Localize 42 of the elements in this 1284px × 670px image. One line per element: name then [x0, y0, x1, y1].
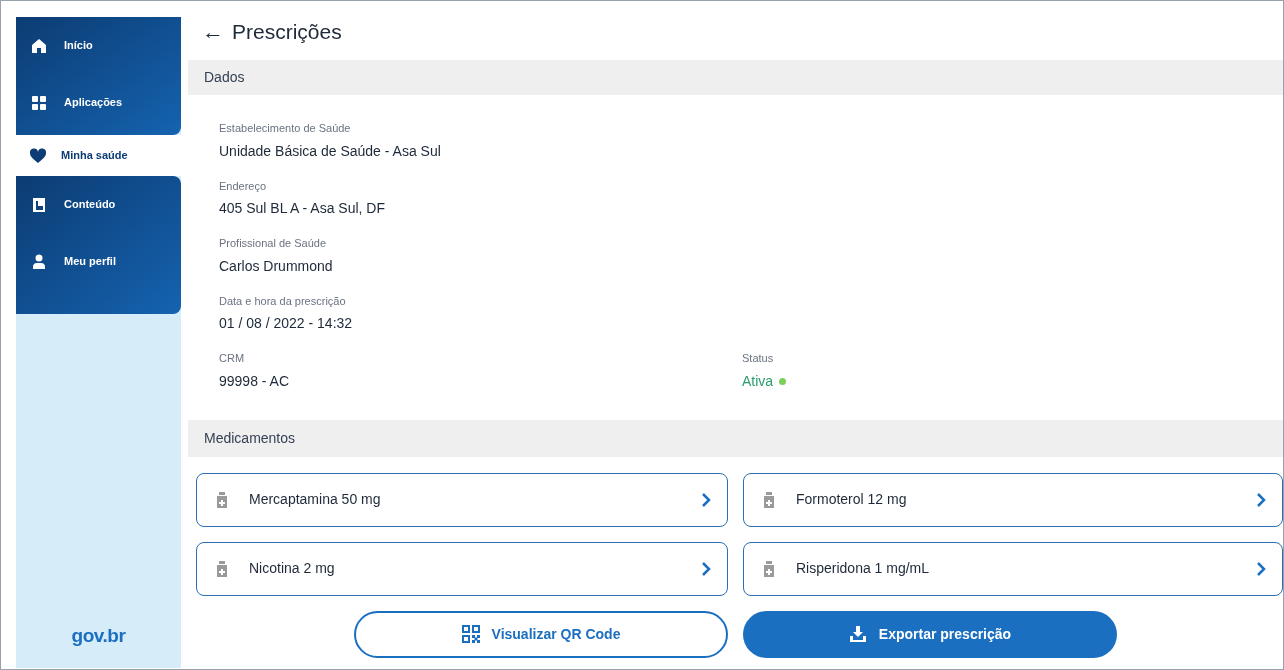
medication-card[interactable]: Nicotina 2 mg [196, 541, 728, 596]
qr-code-icon [461, 625, 480, 643]
logo: gov.br [71, 623, 126, 648]
chevron-right-icon [701, 491, 711, 508]
field-label: Endereço [219, 178, 268, 194]
heart-icon [29, 147, 47, 164]
book-icon [32, 196, 46, 213]
section-title: Dados [204, 68, 245, 87]
back-button[interactable]: ← [202, 15, 224, 48]
medicine-bottle-icon [216, 491, 228, 508]
user-icon [32, 253, 46, 270]
medication-card[interactable]: Formoterol 12 mg [743, 472, 1283, 527]
medicine-bottle-icon [763, 491, 775, 508]
page-title: Prescrições [232, 18, 342, 45]
field-value: Unidade Básica de Saúde - Asa Sul [219, 141, 442, 161]
field-value: 405 Sul BL A - Asa Sul, DF [219, 199, 387, 218]
medication-card[interactable]: Risperidona 1 mg/mL [743, 541, 1283, 596]
field-label: CRM [219, 351, 246, 366]
field-value: 01 / 08 / 2022 - 14:32 [219, 314, 354, 333]
field-label: Estabelecimento de Saúde [219, 121, 352, 136]
section-title: Medicamentos [204, 428, 296, 448]
nav-item[interactable]: Conteúdo [16, 176, 181, 233]
field-label: Data e hora da prescrição [219, 293, 347, 309]
nav-item[interactable]: Início [16, 17, 181, 74]
nav-item[interactable]: Aplicações [16, 74, 181, 131]
chevron-right-icon [701, 560, 711, 577]
status-text: Ativa [742, 371, 774, 391]
field-value: 99998 - AC [219, 371, 291, 391]
chevron-right-icon [1256, 491, 1266, 508]
field-label: Profissional de Saúde [219, 236, 327, 251]
field-value: Carlos Drummond [219, 256, 334, 276]
qr-code-button[interactable]: Visualizar QR Code [354, 610, 728, 658]
export-button[interactable]: Exportar prescrição [743, 610, 1117, 658]
home-icon [31, 37, 47, 54]
grid-icon [31, 94, 47, 111]
download-icon [848, 625, 867, 643]
medicine-bottle-icon [763, 560, 775, 577]
medication-card[interactable]: Mercaptamina 50 mg [196, 472, 728, 527]
nav-item[interactable]: Meu perfil [16, 233, 181, 290]
chevron-right-icon [1256, 560, 1266, 577]
medicine-bottle-icon [216, 560, 228, 577]
field-label: Status [742, 351, 775, 366]
